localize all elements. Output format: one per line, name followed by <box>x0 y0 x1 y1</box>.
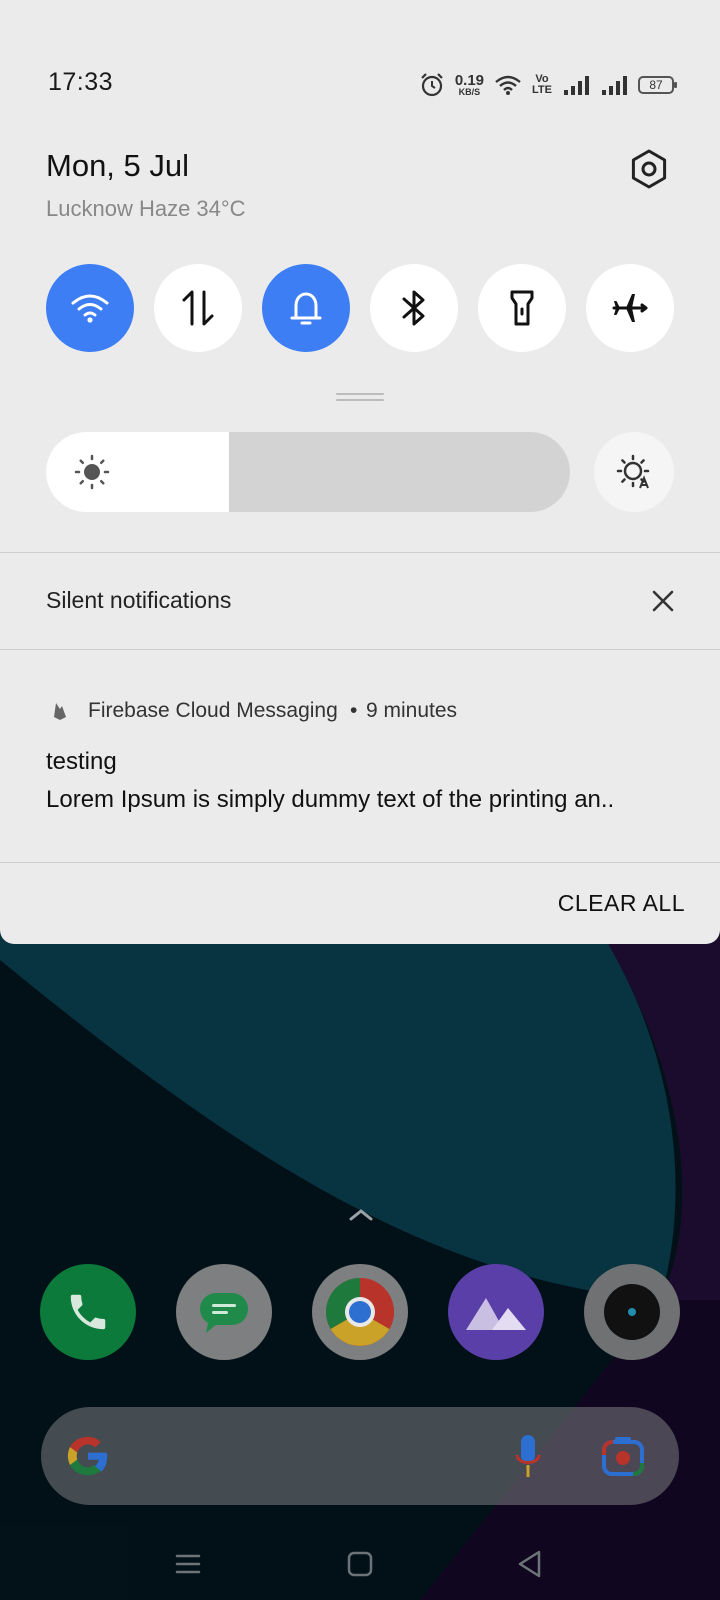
mobile-data-icon <box>182 290 214 326</box>
net-speed-unit: KB/S <box>458 87 481 97</box>
camera-icon[interactable] <box>584 1264 680 1360</box>
net-speed: 0.19 KB/S <box>455 73 484 97</box>
messages-icon[interactable] <box>176 1264 272 1360</box>
weather[interactable]: Lucknow Haze 34°C <box>46 196 246 222</box>
quick-settings <box>46 264 674 352</box>
signal-icon <box>602 76 627 95</box>
tile-flashlight[interactable] <box>478 264 566 352</box>
signal-icon <box>564 76 589 95</box>
tile-sound[interactable] <box>262 264 350 352</box>
drag-handle[interactable] <box>336 393 384 403</box>
chrome-icon[interactable] <box>312 1264 408 1360</box>
navigation-bar <box>0 1530 720 1600</box>
silent-notifications-title: Silent notifications <box>46 587 232 613</box>
divider <box>0 649 720 650</box>
auto-brightness-button[interactable] <box>594 432 674 512</box>
close-icon[interactable] <box>650 588 676 614</box>
status-icons: 0.19 KB/S Vo LTE 87 <box>419 70 677 100</box>
brightness-slider[interactable] <box>46 432 570 512</box>
divider <box>0 552 720 553</box>
home-icon[interactable] <box>338 1542 382 1586</box>
status-time: 17:33 <box>48 68 114 96</box>
clear-all-button[interactable]: CLEAR ALL <box>558 890 685 917</box>
volte-icon: Vo LTE <box>532 74 552 96</box>
divider <box>0 862 720 863</box>
search-bar[interactable] <box>41 1407 679 1505</box>
bell-icon <box>290 292 322 325</box>
tile-wifi[interactable] <box>46 264 134 352</box>
tile-bluetooth[interactable] <box>370 264 458 352</box>
auto-brightness-icon <box>616 454 650 489</box>
tile-airplane[interactable] <box>586 264 674 352</box>
phone-icon[interactable] <box>40 1264 136 1360</box>
notification-separator: • <box>350 699 358 722</box>
date: Mon, 5 Jul <box>46 148 190 183</box>
bluetooth-icon <box>402 290 425 326</box>
notification-title[interactable]: testing <box>46 748 117 776</box>
wifi-icon <box>495 75 521 95</box>
airplane-icon <box>612 294 648 322</box>
flashlight-icon <box>510 290 534 326</box>
brightness-icon <box>74 454 110 490</box>
notification-app-name: Firebase Cloud Messaging <box>88 699 338 722</box>
gear-icon[interactable] <box>628 148 670 190</box>
google-g-icon <box>67 1436 108 1476</box>
back-icon[interactable] <box>508 1542 552 1586</box>
mic-icon[interactable] <box>513 1433 543 1481</box>
wifi-icon <box>71 294 109 323</box>
gallery-icon[interactable] <box>448 1264 544 1360</box>
menu-icon[interactable] <box>166 1542 210 1586</box>
alarm-icon <box>421 73 443 97</box>
chevron-up-icon[interactable] <box>347 1205 375 1225</box>
notification-time: 9 minutes <box>366 699 458 722</box>
net-speed-value: 0.19 <box>454 72 485 89</box>
notification-shade: 17:33 0.19 KB/S Vo LTE 87 Mon, 5 Jul Luc… <box>0 0 720 944</box>
battery-icon: 87 <box>638 76 677 94</box>
lens-icon[interactable] <box>601 1435 645 1477</box>
notification-body[interactable]: Lorem Ipsum is simply dummy text of the … <box>46 786 614 814</box>
tile-mobile-data[interactable] <box>154 264 242 352</box>
firebase-icon <box>54 703 66 720</box>
volte-bottom: LTE <box>532 84 552 96</box>
